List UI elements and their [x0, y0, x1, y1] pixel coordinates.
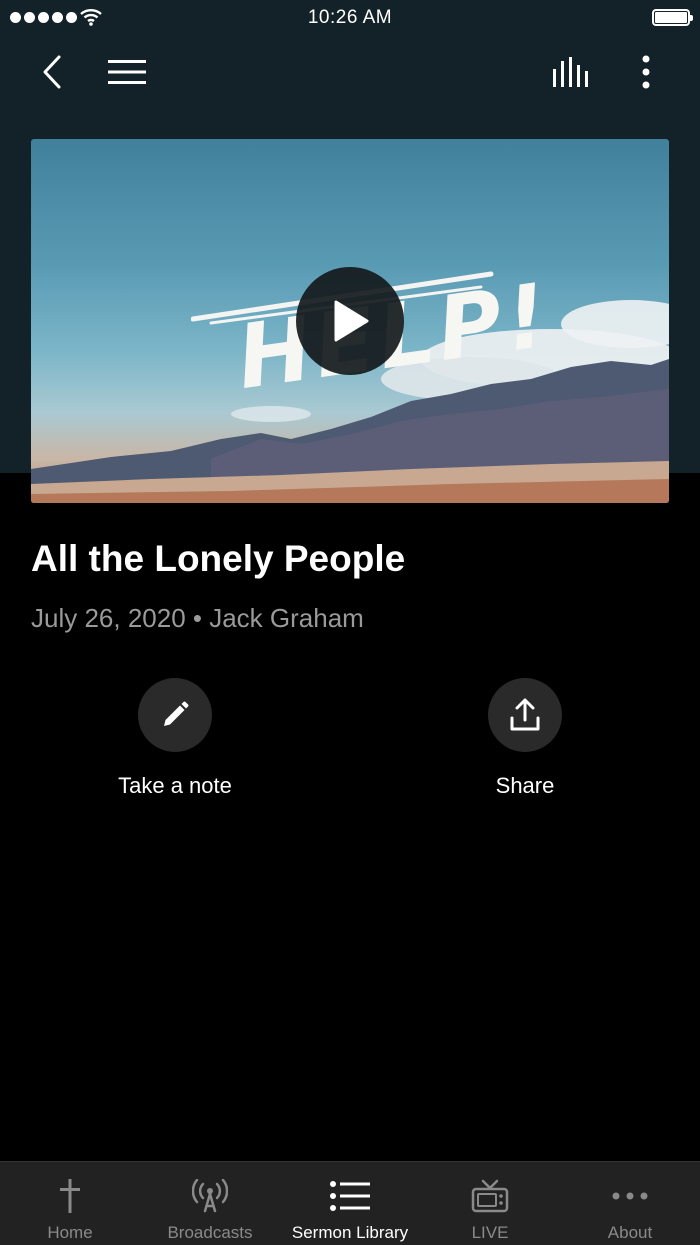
sermon-meta: July 26, 2020 • Jack Graham — [31, 603, 364, 633]
share-circle — [488, 678, 562, 752]
chevron-left-icon — [43, 55, 61, 89]
tab-live-label: LIVE — [471, 1223, 509, 1242]
tv-icon — [471, 1179, 509, 1213]
status-time: 10:26 AM — [307, 7, 393, 28]
take-note-circle — [138, 678, 212, 752]
status-bar: 10:26 AM — [0, 0, 700, 36]
cross-icon — [60, 1179, 80, 1213]
play-button[interactable] — [296, 267, 404, 375]
battery-icon — [652, 9, 693, 26]
tab-sermon-library[interactable]: Sermon Library — [280, 1162, 420, 1245]
back-button[interactable] — [30, 50, 74, 94]
tab-live[interactable]: LIVE — [420, 1162, 560, 1245]
play-icon — [334, 300, 369, 342]
audio-button[interactable] — [548, 50, 596, 94]
broadcast-icon — [192, 1179, 228, 1213]
take-note-label: Take a note — [118, 773, 232, 798]
hamburger-icon — [108, 60, 146, 84]
tab-bar: Home Broadcasts Sermon Library LIVE Abou… — [0, 1161, 700, 1245]
tab-about[interactable]: About — [560, 1162, 700, 1245]
menu-button[interactable] — [104, 50, 150, 94]
tab-sermon-library-label: Sermon Library — [291, 1223, 409, 1242]
share-button[interactable]: Share — [425, 678, 625, 799]
vertical-dots-icon — [642, 55, 650, 89]
tab-home[interactable]: Home — [0, 1162, 140, 1245]
tab-home-label: Home — [47, 1223, 93, 1242]
share-icon — [510, 698, 540, 731]
sermon-title: All the Lonely People — [31, 538, 406, 579]
tab-broadcasts-label: Broadcasts — [167, 1223, 253, 1242]
list-icon — [330, 1181, 370, 1211]
more-options-button[interactable] — [628, 50, 664, 94]
audio-bars-icon — [553, 57, 588, 87]
share-label: Share — [495, 773, 555, 798]
pencil-icon — [164, 701, 189, 726]
tab-broadcasts[interactable]: Broadcasts — [140, 1162, 280, 1245]
tab-about-label: About — [607, 1223, 653, 1242]
take-note-button[interactable]: Take a note — [75, 678, 275, 799]
more-horizontal-icon — [612, 1192, 648, 1200]
